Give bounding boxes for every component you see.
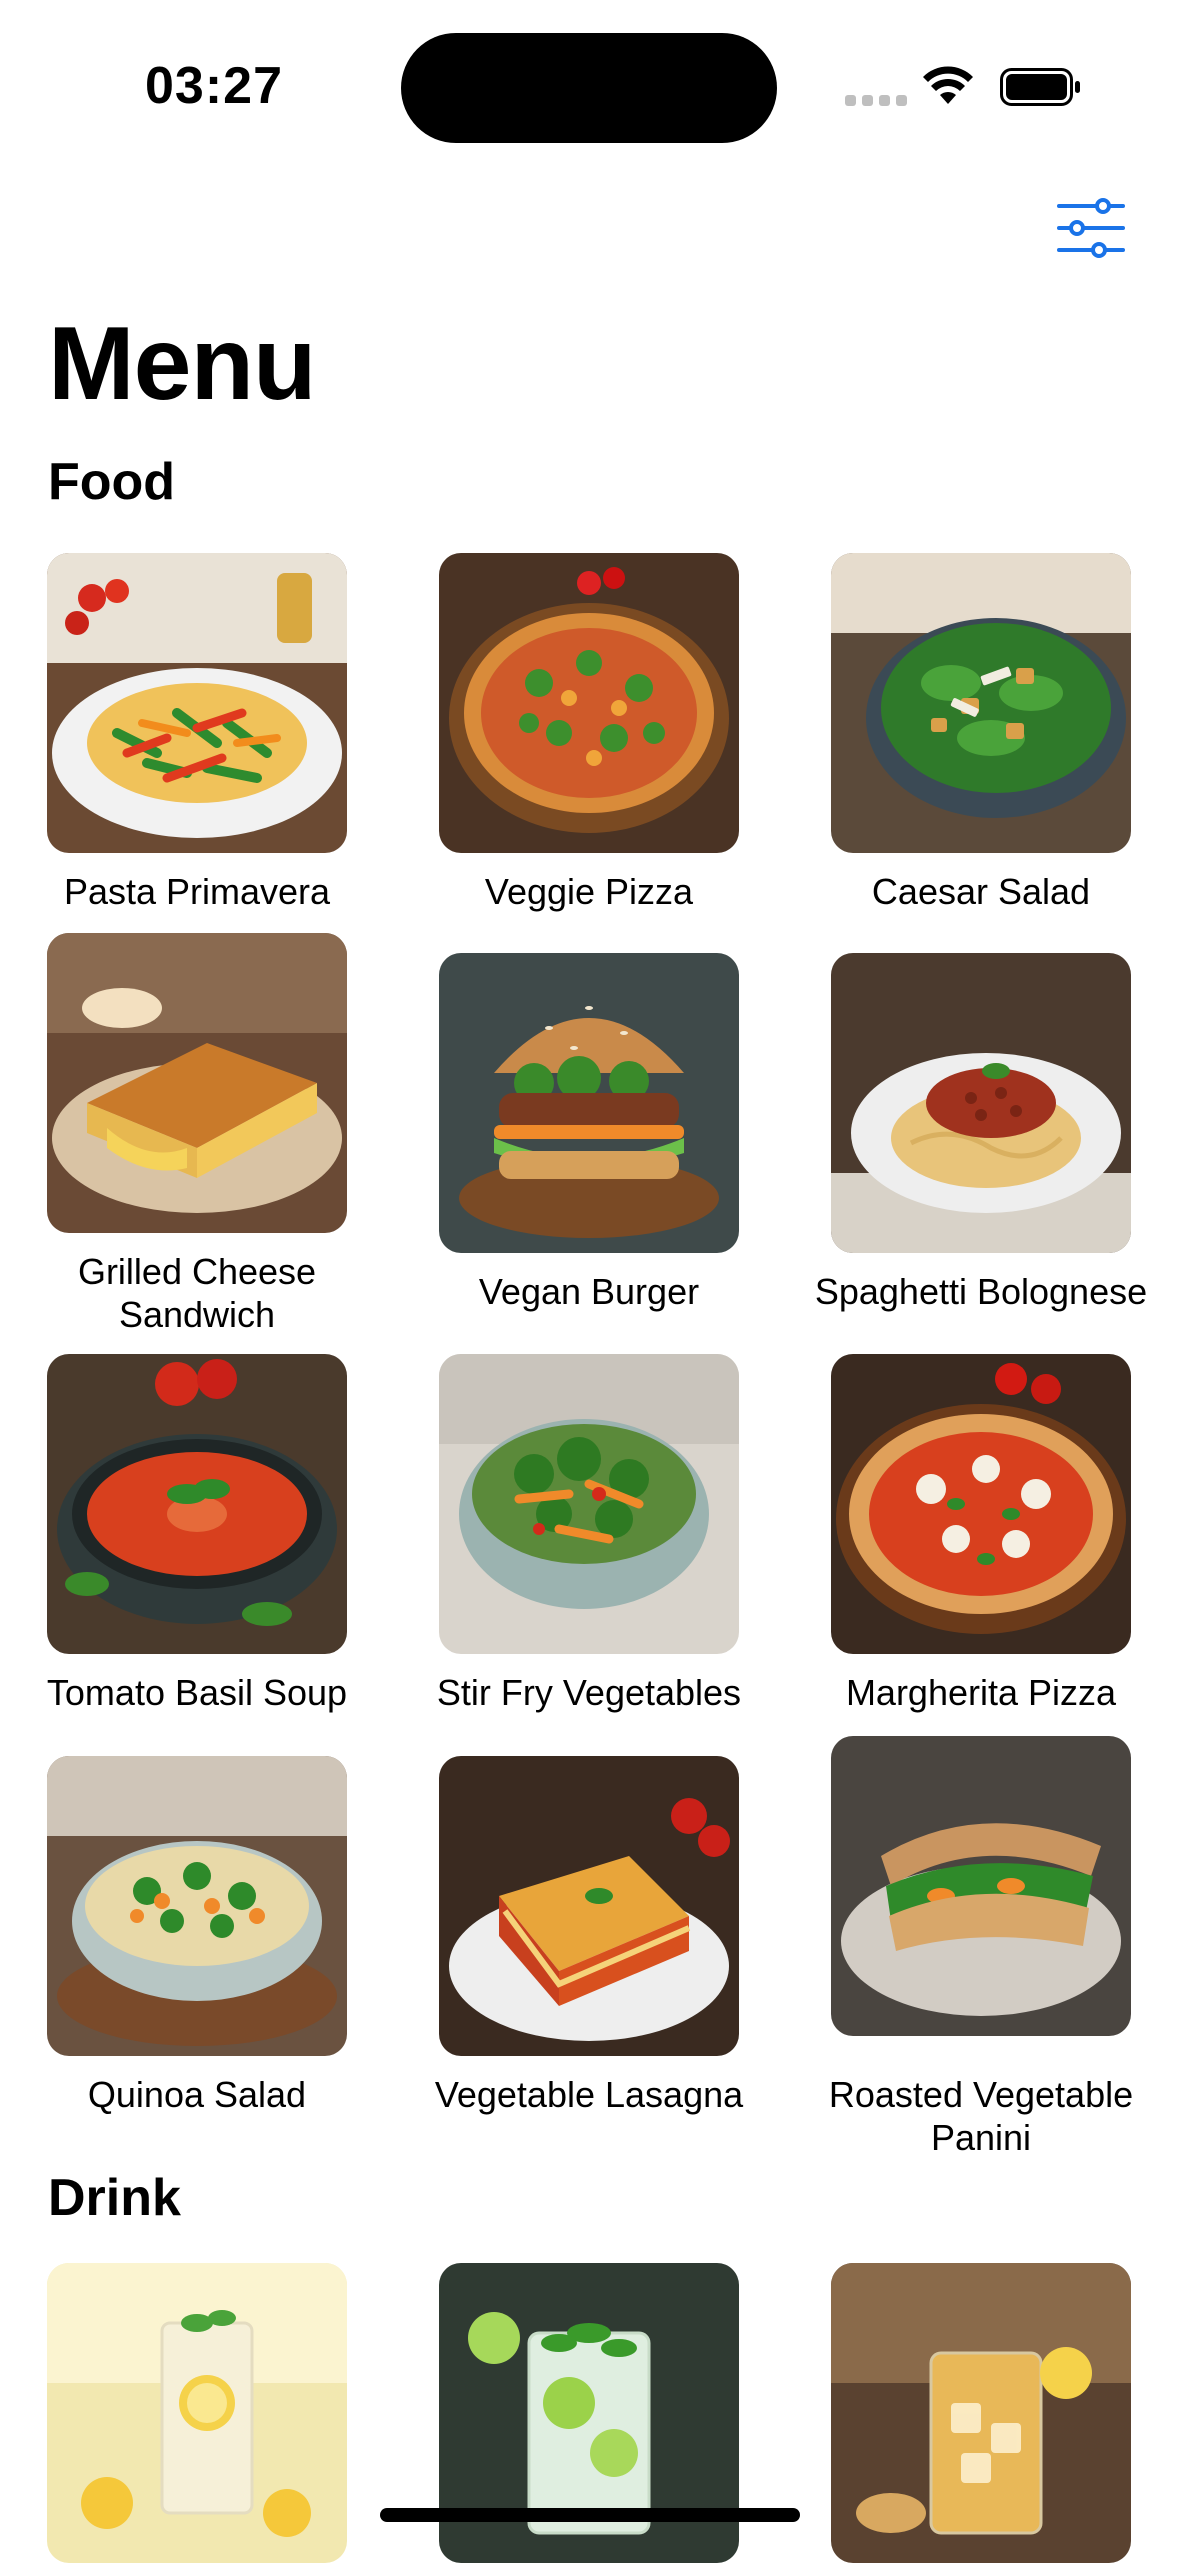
lasagna-image (439, 1756, 739, 2056)
menu-item-label: Tomato Basil Soup (46, 1672, 348, 1713)
menu-item-vegetable-lasagna[interactable]: Vegetable Lasagna (435, 1756, 743, 2115)
menu-item-label: Margherita Pizza (845, 1672, 1117, 1713)
sandwich-image (47, 933, 347, 1233)
menu-item-drink-ginger[interactable] (831, 2263, 1131, 2563)
menu-item-grilled-cheese-sandwich[interactable]: Grilled Cheese Sandwich (47, 933, 347, 1335)
status-time: 03:27 (145, 57, 283, 115)
menu-item-label: Roasted Vegetable Panini (828, 2074, 1134, 2158)
pizza-image (831, 1354, 1131, 1654)
page-title: Menu (48, 306, 317, 422)
menu-item-vegan-burger[interactable]: Vegan Burger (439, 953, 739, 1312)
menu-item-veggie-pizza[interactable]: Veggie Pizza (439, 553, 739, 912)
salad-image (831, 553, 1131, 853)
ginger-drink-image (831, 2263, 1131, 2563)
menu-item-label: Pasta Primavera (63, 871, 331, 912)
menu-item-label: Quinoa Salad (87, 2074, 307, 2115)
menu-item-caesar-salad[interactable]: Caesar Salad (831, 553, 1131, 912)
menu-item-label: Stir Fry Vegetables (436, 1672, 742, 1713)
battery-icon (1000, 68, 1080, 106)
menu-item-stir-fry-vegetables[interactable]: Stir Fry Vegetables (437, 1354, 741, 1713)
menu-item-label: Vegetable Lasagna (434, 2074, 744, 2115)
pasta-image (47, 553, 347, 853)
menu-item-label: Caesar Salad (871, 871, 1091, 912)
menu-item-tomato-basil-soup[interactable]: Tomato Basil Soup (47, 1354, 347, 1713)
soup-image (47, 1354, 347, 1654)
menu-item-quinoa-salad[interactable]: Quinoa Salad (47, 1756, 347, 2115)
burger-image (439, 953, 739, 1253)
menu-item-spaghetti-bolognese[interactable]: Spaghetti Bolognese (815, 953, 1147, 1312)
cellular-signal-icon (845, 95, 907, 106)
stir-fry-image (439, 1354, 739, 1654)
menu-item-margherita-pizza[interactable]: Margherita Pizza (831, 1354, 1131, 1713)
menu-item-drink-lemonade[interactable] (47, 2263, 347, 2563)
panini-image (831, 1736, 1131, 2036)
wifi-icon (923, 66, 973, 104)
pizza-image (439, 553, 739, 853)
menu-item-label: Veggie Pizza (484, 871, 694, 912)
dynamic-island (401, 33, 777, 143)
quinoa-image (47, 1756, 347, 2056)
menu-item-label: Spaghetti Bolognese (814, 1271, 1148, 1312)
home-indicator[interactable] (380, 2508, 800, 2522)
section-title-food: Food (48, 453, 176, 511)
menu-item-pasta-primavera[interactable]: Pasta Primavera (47, 553, 347, 912)
menu-item-roasted-vegetable-panini[interactable]: Roasted Vegetable Panini (829, 1736, 1133, 2158)
menu-item-label: Grilled Cheese Sandwich (77, 1251, 317, 1335)
section-title-drink: Drink (48, 2169, 181, 2227)
filter-sliders-icon[interactable] (1055, 198, 1127, 258)
lemonade-image (47, 2263, 347, 2563)
spaghetti-image (831, 953, 1131, 1253)
menu-item-label: Vegan Burger (478, 1271, 700, 1312)
